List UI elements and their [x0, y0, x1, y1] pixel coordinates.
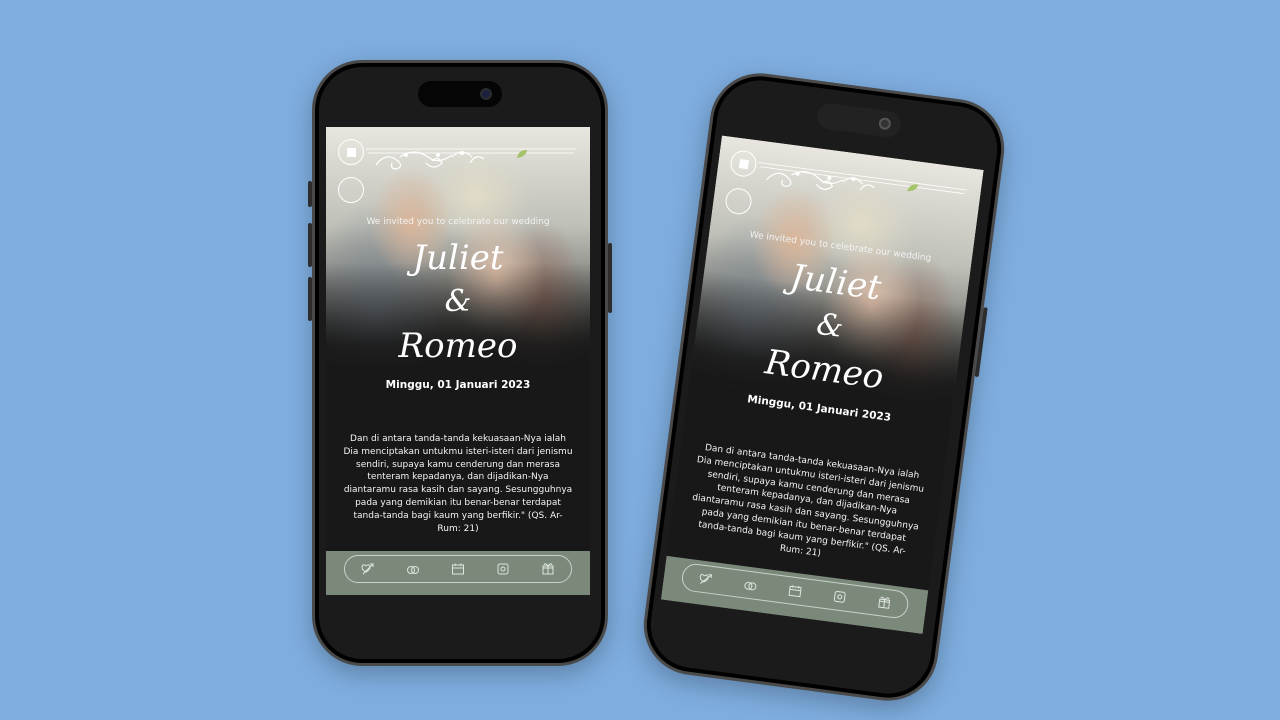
leaf-icon	[907, 184, 919, 192]
heart-arrow-icon[interactable]	[360, 561, 376, 577]
camera-icon	[480, 88, 492, 100]
rings-icon[interactable]	[741, 576, 759, 594]
dynamic-island	[815, 101, 903, 139]
invitation-screen[interactable]: We invited you to celebrate our wedding …	[660, 135, 984, 634]
power-button	[608, 243, 612, 313]
verse-text: Dan di antara tanda-tanda kekuasaan-Nya …	[343, 434, 573, 534]
invite-text: We invited you to celebrate our wedding	[366, 217, 550, 227]
stop-icon	[738, 159, 749, 170]
ampersand: &	[444, 284, 472, 319]
gift-icon[interactable]	[540, 561, 556, 577]
calendar-icon[interactable]	[450, 561, 466, 577]
gift-icon[interactable]	[876, 594, 894, 612]
dynamic-island	[418, 81, 502, 107]
gallery-icon[interactable]	[831, 588, 849, 606]
verse-text: Dan di antara tanda-tanda kekuasaan-Nya …	[691, 443, 925, 559]
rings-icon[interactable]	[405, 561, 421, 577]
stop-icon	[347, 148, 356, 157]
nav-pill	[680, 562, 910, 620]
volume-down-button	[308, 277, 312, 321]
bottom-nav	[326, 551, 590, 595]
power-button	[974, 307, 988, 378]
camera-icon	[878, 116, 892, 131]
leaf-icon	[517, 150, 527, 158]
phone-mockup-left: We invited you to celebrate our wedding …	[308, 60, 612, 666]
side-button	[308, 181, 312, 207]
stop-music-button[interactable]	[338, 139, 364, 165]
invitation-screen[interactable]: We invited you to celebrate our wedding …	[326, 127, 590, 595]
heart-arrow-icon[interactable]	[697, 570, 715, 588]
bride-name: Romeo	[398, 326, 518, 366]
ornament-icon	[366, 148, 576, 170]
volume-up-button	[308, 223, 312, 267]
phone-mockup-right: We invited you to celebrate our wedding …	[637, 67, 1011, 707]
groom-name: Juliet	[412, 238, 504, 278]
wedding-date: Minggu, 01 Januari 2023	[385, 379, 531, 391]
circle-button[interactable]	[338, 177, 364, 203]
calendar-icon[interactable]	[786, 582, 804, 600]
nav-pill	[344, 555, 572, 583]
gallery-icon[interactable]	[495, 561, 511, 577]
